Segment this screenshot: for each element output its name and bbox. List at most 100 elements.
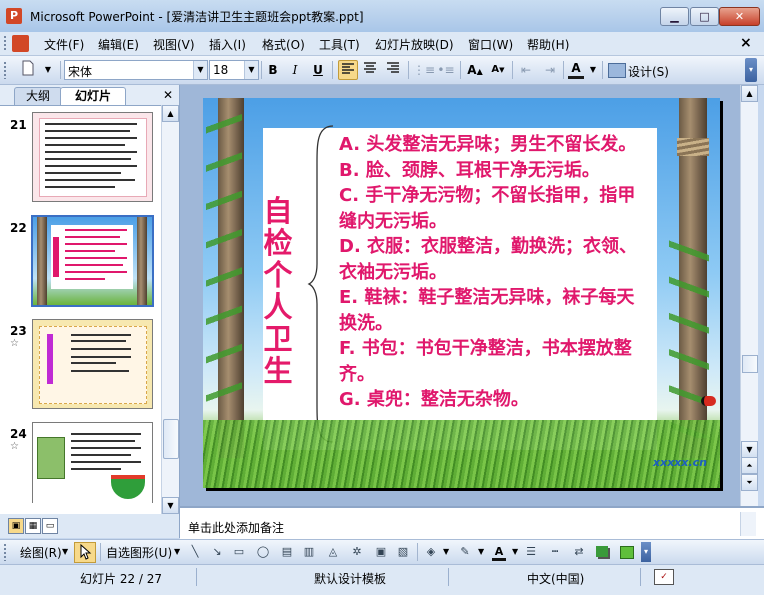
- chevron-down-icon[interactable]: ▼: [244, 61, 258, 79]
- minimize-button[interactable]: ▁: [660, 7, 689, 26]
- notes-placeholder[interactable]: 单击此处添加备注: [188, 519, 284, 536]
- text-box-icon[interactable]: ▤: [280, 546, 294, 558]
- draw-menu-button[interactable]: 绘图(R): [20, 544, 62, 561]
- bold-button[interactable]: B: [263, 60, 283, 80]
- spelling-check-icon[interactable]: ✓: [654, 569, 674, 585]
- toolbar-options-button[interactable]: ▾: [641, 542, 651, 562]
- current-slide[interactable]: 自检个人卫生 A. 头发整洁无异味；男生不留长发。 B. 脸、颈脖、耳根干净无污…: [203, 98, 720, 488]
- drawing-toolbar: 绘图(R) ▼ 自选图形(U) ▼ ╲ ↘ ▭ ◯ ▤ ▥ ◬ ✲ ▣ ▧ ◈ …: [0, 539, 764, 564]
- notes-scrollbar[interactable]: [740, 512, 756, 536]
- 3d-style-icon[interactable]: [620, 546, 634, 559]
- scrollbar-thumb[interactable]: [163, 419, 179, 459]
- font-size-select[interactable]: 18 ▼: [209, 60, 259, 80]
- font-name-select[interactable]: 宋体 ▼: [64, 60, 208, 80]
- line-color-icon[interactable]: ✎: [458, 546, 472, 558]
- underline-button[interactable]: U: [308, 60, 328, 80]
- previous-slide-button[interactable]: ⏶: [741, 457, 758, 474]
- arrow-icon[interactable]: ↘: [210, 546, 224, 558]
- menu-window[interactable]: 窗口(W): [468, 36, 513, 53]
- rectangle-icon[interactable]: ▭: [232, 546, 246, 558]
- arrow-style-icon[interactable]: ⇄: [572, 546, 586, 558]
- menu-edit[interactable]: 编辑(E): [98, 36, 139, 53]
- numbering-icon[interactable]: ⋮≡: [413, 60, 435, 80]
- menubar-grip[interactable]: [3, 35, 7, 52]
- menu-format[interactable]: 格式(O): [262, 36, 305, 53]
- document-icon[interactable]: [12, 35, 29, 52]
- line-style-icon[interactable]: ☰: [524, 546, 538, 558]
- align-right-button[interactable]: [383, 60, 403, 80]
- status-bar: 幻灯片 22 / 27 默认设计模板 中文(中国) ✓: [0, 564, 764, 595]
- increase-font-button[interactable]: A▲: [465, 60, 485, 80]
- toolbar-options-button[interactable]: ▾: [745, 58, 757, 82]
- menu-tools[interactable]: 工具(T): [319, 36, 360, 53]
- fill-color-icon[interactable]: ◈: [424, 546, 438, 558]
- chevron-down-icon[interactable]: ▼: [174, 547, 180, 556]
- thumb-number: 24: [10, 427, 27, 441]
- diagram-icon[interactable]: ✲: [350, 546, 364, 558]
- wordart-icon[interactable]: ◬: [326, 546, 340, 558]
- align-left-button[interactable]: [338, 60, 358, 80]
- close-window-button[interactable]: ✕: [719, 7, 760, 26]
- chevron-down-icon[interactable]: ▼: [443, 547, 449, 556]
- slide-thumbnail-21[interactable]: [32, 112, 153, 202]
- menu-help[interactable]: 帮助(H): [527, 36, 569, 53]
- slide-thumbnail-24[interactable]: [32, 422, 153, 503]
- chevron-down-icon[interactable]: ▼: [62, 547, 68, 556]
- slide-thumbnail-22[interactable]: [31, 215, 154, 307]
- italic-button[interactable]: I: [285, 60, 305, 80]
- slides-panel-scrollbar[interactable]: ▲ ▼: [161, 105, 179, 514]
- decrease-font-button[interactable]: A▼: [488, 60, 508, 80]
- chevron-down-icon[interactable]: ▼: [588, 60, 598, 80]
- oval-icon[interactable]: ◯: [256, 546, 270, 558]
- new-document-icon[interactable]: [18, 60, 38, 80]
- dash-style-icon[interactable]: ┅: [548, 546, 562, 558]
- new-dropdown-icon[interactable]: ▼: [38, 60, 58, 80]
- chevron-down-icon[interactable]: ▼: [193, 61, 207, 79]
- scroll-down-button[interactable]: ▼: [162, 497, 179, 514]
- vertical-text-box-icon[interactable]: ▥: [302, 546, 316, 558]
- toolbar-grip[interactable]: [3, 543, 7, 561]
- picture-icon[interactable]: ▧: [396, 546, 410, 558]
- normal-view-icon[interactable]: ▣: [8, 518, 24, 534]
- notes-pane[interactable]: 单击此处添加备注: [180, 506, 764, 540]
- clip-art-icon[interactable]: ▣: [374, 546, 388, 558]
- chevron-down-icon[interactable]: ▼: [478, 547, 484, 556]
- bullets-icon[interactable]: •≡: [436, 60, 456, 80]
- tab-outline[interactable]: 大纲: [14, 87, 62, 105]
- menu-slideshow[interactable]: 幻灯片放映(D): [375, 36, 454, 53]
- design-button[interactable]: 设计(S): [628, 63, 669, 80]
- scroll-down-button[interactable]: ▼: [741, 441, 758, 458]
- maximize-button[interactable]: □: [690, 7, 719, 26]
- powerpoint-app-icon[interactable]: P: [6, 8, 22, 24]
- next-slide-button[interactable]: ⏷: [741, 474, 758, 491]
- close-document-button[interactable]: ×: [740, 35, 752, 51]
- slide-vertical-scrollbar[interactable]: ▲ ▼ ⏶ ⏷: [740, 85, 758, 506]
- menu-insert[interactable]: 插入(I): [209, 36, 246, 53]
- slide-heading-vertical[interactable]: 自检个人卫生: [263, 195, 293, 387]
- chevron-down-icon[interactable]: ▼: [512, 547, 518, 556]
- decrease-indent-icon[interactable]: ⇤: [516, 60, 536, 80]
- scroll-up-button[interactable]: ▲: [741, 85, 758, 102]
- select-objects-button[interactable]: [74, 542, 96, 563]
- close-icon[interactable]: ✕: [163, 88, 173, 102]
- design-icon[interactable]: [608, 63, 626, 78]
- increase-indent-icon[interactable]: ⇥: [540, 60, 560, 80]
- design-template-status[interactable]: 默认设计模板: [314, 570, 386, 587]
- align-center-button[interactable]: [360, 60, 380, 80]
- slide-body-text[interactable]: A. 头发整洁无异味；男生不留长发。 B. 脸、颈脖、耳根干净无污垢。 C. 手…: [339, 132, 639, 413]
- scroll-up-button[interactable]: ▲: [162, 105, 179, 122]
- slideshow-view-icon[interactable]: ▭: [42, 518, 58, 534]
- font-color-button[interactable]: A: [568, 60, 584, 79]
- menu-view[interactable]: 视图(V): [153, 36, 195, 53]
- toolbar-grip[interactable]: [3, 61, 7, 79]
- draw-font-color-icon[interactable]: A: [492, 546, 506, 561]
- line-icon[interactable]: ╲: [188, 546, 202, 558]
- window-title: Microsoft PowerPoint - [爱清洁讲卫生主题班会ppt教案.…: [30, 10, 364, 24]
- tab-slides[interactable]: 幻灯片: [60, 87, 126, 105]
- menu-file[interactable]: 文件(F): [44, 36, 84, 53]
- shadow-style-icon[interactable]: [596, 546, 608, 557]
- autoshapes-menu-button[interactable]: 自选图形(U): [106, 544, 172, 561]
- scrollbar-thumb[interactable]: [742, 355, 758, 373]
- slide-thumbnail-23[interactable]: [32, 319, 153, 409]
- slide-sorter-icon[interactable]: ▦: [25, 518, 41, 534]
